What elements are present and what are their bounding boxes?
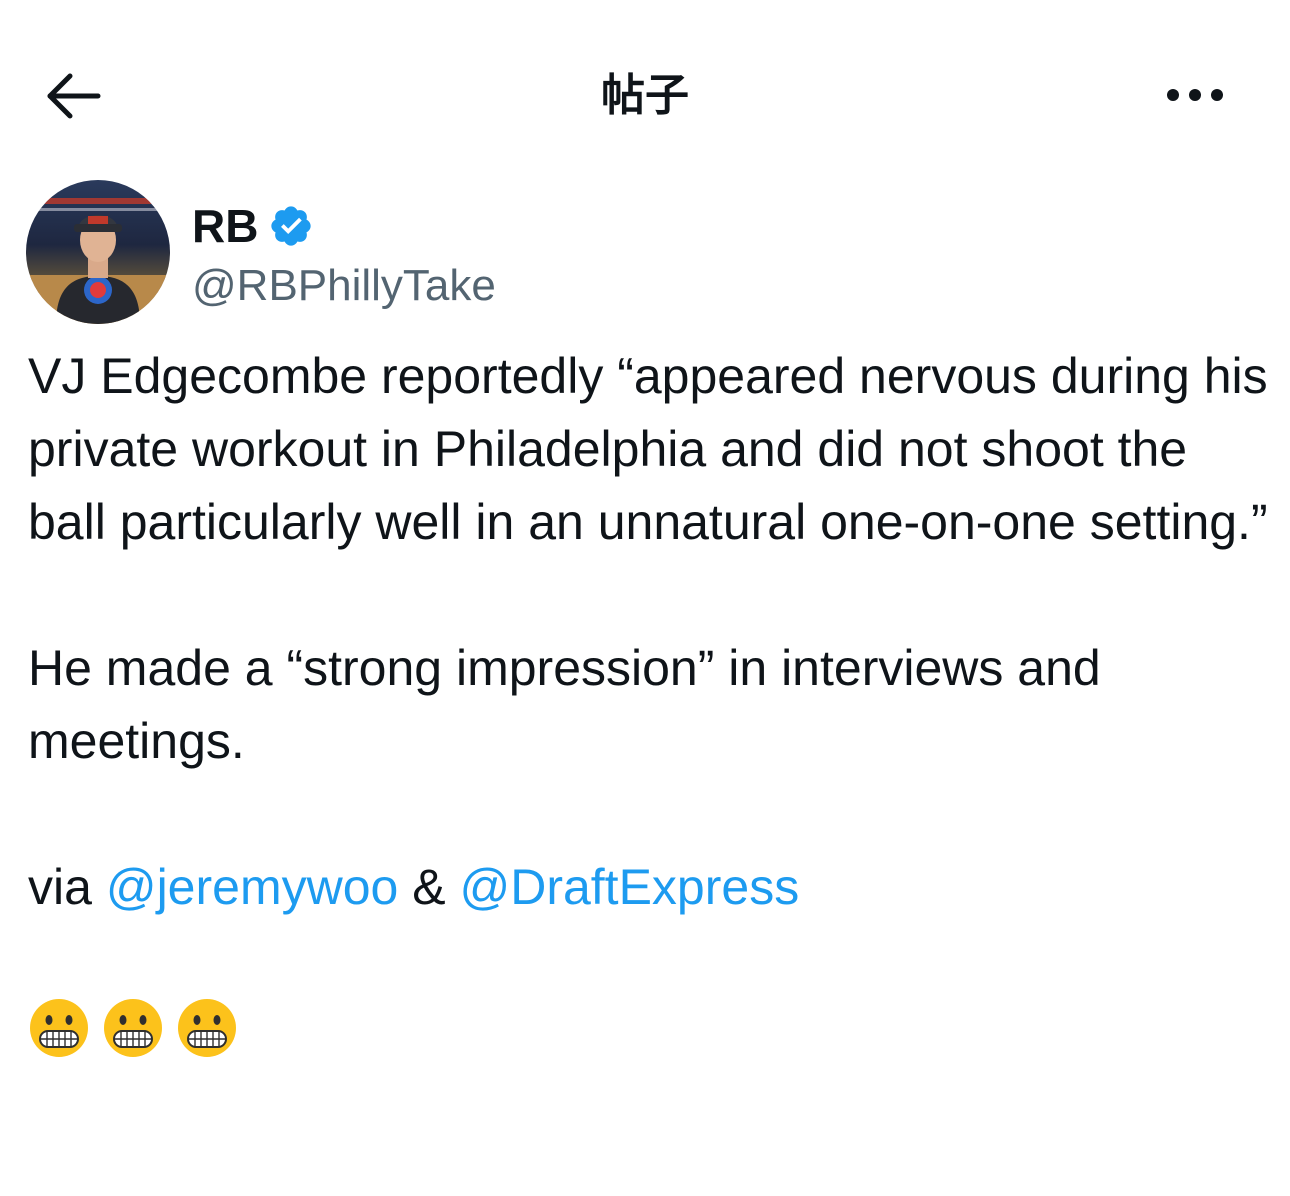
avatar[interactable]: [26, 180, 170, 324]
display-name-row[interactable]: RB: [192, 198, 314, 254]
tweet-text: VJ Edgecombe reportedly “appeared nervou…: [28, 340, 1268, 1059]
grimacing-face-emoji-icon: [176, 997, 238, 1059]
more-options-button[interactable]: [1158, 80, 1232, 110]
author-handle[interactable]: @RBPhillyTake: [192, 258, 496, 314]
top-bar: 帖子: [0, 0, 1290, 190]
verified-badge-icon: [268, 203, 314, 249]
page-title: 帖子: [601, 70, 689, 121]
via-label: via: [28, 859, 106, 915]
emoji-row: [28, 997, 1268, 1059]
tweet-paragraph: He made a “strong impression” in intervi…: [28, 640, 1101, 769]
display-name: RB: [192, 200, 259, 252]
grimacing-face-emoji-icon: [102, 997, 164, 1059]
tweet-via-line: via @jeremywoo & @DraftExpress: [28, 851, 1268, 924]
grimacing-face-emoji-icon: [28, 997, 90, 1059]
mention-link-jeremywoo[interactable]: @jeremywoo: [106, 859, 399, 915]
mention-link-draftexpress[interactable]: @DraftExpress: [459, 859, 799, 915]
tweet-paragraph: VJ Edgecombe reportedly “appeared nervou…: [28, 348, 1268, 550]
more-horizontal-icon: [1158, 80, 1232, 110]
tweet-author: RB @RBPhillyTake: [26, 180, 726, 326]
ampersand-text: &: [398, 859, 460, 915]
